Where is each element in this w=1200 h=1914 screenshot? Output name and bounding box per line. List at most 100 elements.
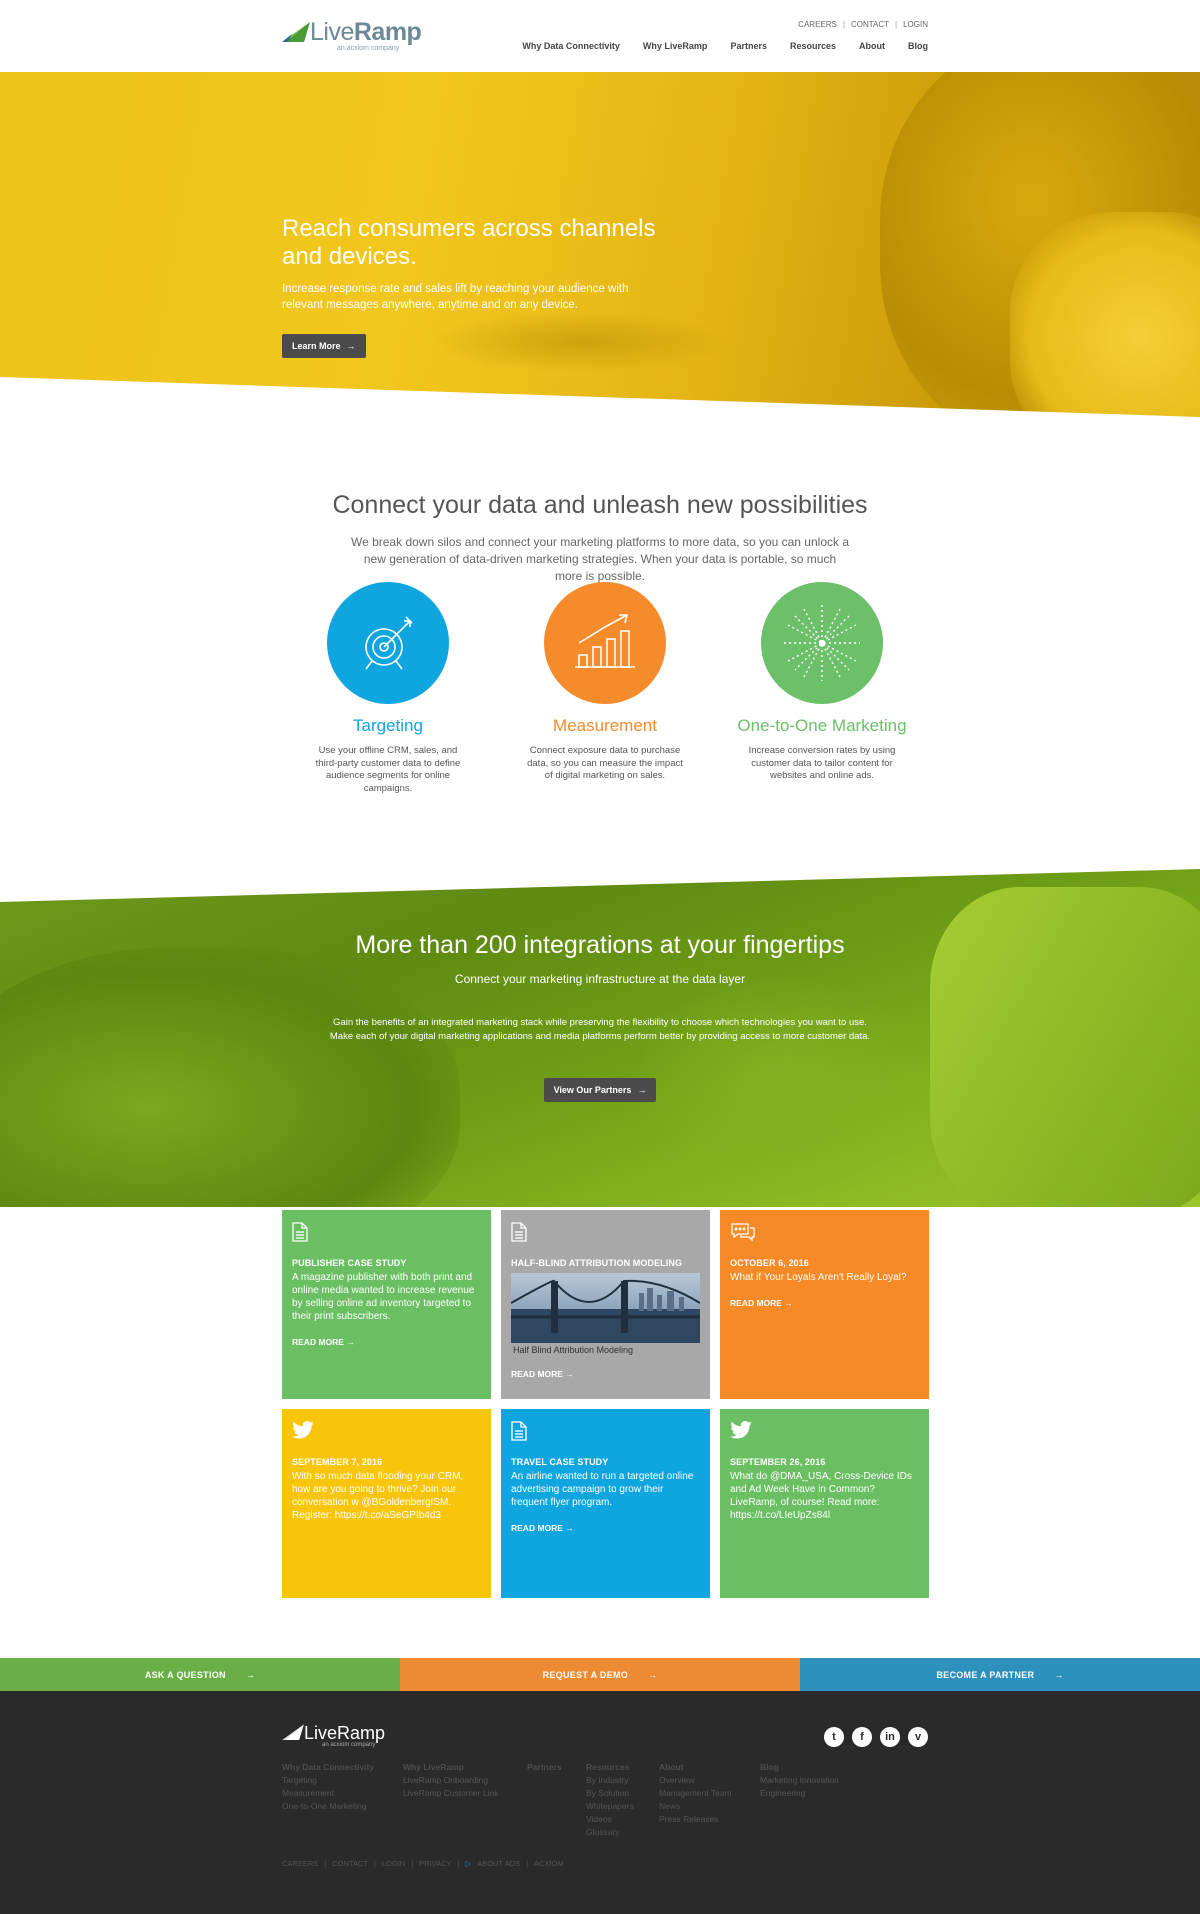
integrations-subtitle: Connect your marketing infrastructure at… (454, 972, 746, 986)
footer-col-heading[interactable]: Blog (760, 1761, 870, 1774)
acxiom-link[interactable]: ACXIOM (534, 1859, 564, 1868)
twitter-icon (730, 1421, 919, 1443)
arrow-right-icon: → (648, 1669, 658, 1680)
privacy-link[interactable]: PRIVACY (419, 1859, 451, 1868)
main-nav: Why Data Connectivity Why LiveRamp Partn… (522, 41, 928, 51)
about-ads-link[interactable]: ABOUT ADS (477, 1859, 520, 1868)
hero-banner: Reach consumers across channels and devi… (0, 72, 1200, 417)
footer-link[interactable]: Videos (586, 1813, 659, 1826)
separator: | (411, 1859, 414, 1868)
footer-link[interactable]: News (659, 1800, 760, 1813)
footer-logo[interactable]: LiveRamp an acxiom company (282, 1723, 385, 1748)
tile-heading: TRAVEL CASE STUDY (511, 1457, 609, 1467)
footer-link[interactable]: LiveRamp Customer Link (403, 1787, 527, 1800)
footer-col-about: About Overview Management Team News Pres… (659, 1761, 760, 1839)
social-links: t f in v (824, 1727, 928, 1747)
vimeo-icon[interactable]: v (908, 1727, 928, 1747)
footer-link[interactable]: Glossary (586, 1826, 659, 1839)
separator: | (457, 1859, 460, 1868)
contact-link[interactable]: CONTACT (332, 1859, 368, 1868)
contact-link[interactable]: CONTACT (851, 20, 889, 29)
nav-partners[interactable]: Partners (730, 41, 767, 51)
tile-body: An airline wanted to run a targeted onli… (511, 1471, 694, 1508)
arrow-right-icon: → (637, 1085, 647, 1095)
careers-link[interactable]: CAREERS (282, 1859, 318, 1868)
nav-why-liveramp[interactable]: Why LiveRamp (643, 41, 708, 51)
twitter-icon[interactable]: t (824, 1727, 844, 1747)
login-link[interactable]: LOGIN (903, 20, 928, 29)
integrations-title: More than 200 integrations at your finge… (355, 931, 845, 959)
nav-blog[interactable]: Blog (908, 41, 928, 51)
read-more-link[interactable]: READ MORE → (511, 1369, 700, 1379)
separator: | (526, 1859, 529, 1868)
connect-text: We break down silos and connect your mar… (350, 535, 850, 583)
burst-icon (761, 582, 883, 704)
footer-columns: Why Data Connectivity Targeting Measurem… (282, 1761, 870, 1839)
ask-question-button[interactable]: ASK A QUESTION → (0, 1658, 400, 1691)
connect-section: Connect your data and unleash new possib… (0, 417, 1200, 877)
facebook-icon[interactable]: f (852, 1727, 872, 1747)
tile-attribution-modeling[interactable]: HALF-BLIND ATTRIBUTION MODELING Half Bli… (501, 1210, 710, 1399)
request-demo-button[interactable]: REQUEST A DEMO → (400, 1658, 800, 1691)
tile-date: OCTOBER 6, 2016 (730, 1258, 809, 1268)
tile-travel-case-study[interactable]: TRAVEL CASE STUDY An airline wanted to r… (501, 1409, 710, 1598)
footer-col-heading[interactable]: Resources (586, 1761, 659, 1774)
read-more-link[interactable]: READ MORE → (730, 1298, 919, 1308)
footer-link[interactable]: LiveRamp Onboarding (403, 1774, 527, 1787)
footer-link[interactable]: Measurement (282, 1787, 403, 1800)
read-more-link[interactable]: READ MORE → (511, 1523, 700, 1533)
hero-text: Increase response rate and sales lift by… (282, 283, 629, 311)
learn-more-button[interactable]: Learn More → (282, 334, 366, 358)
footer-link[interactable]: Press Releases (659, 1813, 760, 1826)
feature-text: Increase conversion rates by using custo… (748, 745, 896, 781)
become-partner-button[interactable]: BECOME A PARTNER → (800, 1658, 1200, 1691)
integrations-banner: More than 200 integrations at your finge… (0, 867, 1200, 1207)
feature-measurement: Measurement Connect exposure data to pur… (510, 582, 700, 783)
footer-link[interactable]: Marketing Innovation (760, 1774, 870, 1787)
footer-link[interactable]: Targeting (282, 1774, 403, 1787)
tile-date: SEPTEMBER 26, 2016 (730, 1457, 826, 1467)
integrations-text: Gain the benefits of an integrated marke… (329, 1017, 871, 1042)
footer-col-heading[interactable]: About (659, 1761, 760, 1774)
footer-bottom-links: CAREERS | CONTACT | LOGIN | PRIVACY | ▷ ABOU… (282, 1859, 564, 1868)
footer-col-heading[interactable]: Why LiveRamp (403, 1761, 527, 1774)
login-link[interactable]: LOGIN (382, 1859, 405, 1868)
tile-tweet-sept-7[interactable]: SEPTEMBER 7, 2016 With so much data floo… (282, 1409, 491, 1598)
separator: | (324, 1859, 327, 1868)
footer-link[interactable]: By Solution (586, 1787, 659, 1800)
twitter-icon (292, 1421, 481, 1443)
nav-resources[interactable]: Resources (790, 41, 836, 51)
footer-col-why-data: Why Data Connectivity Targeting Measurem… (282, 1761, 403, 1839)
careers-link[interactable]: CAREERS (798, 20, 837, 29)
footer-col-resources: Resources By Industry By Solution Whitep… (586, 1761, 659, 1839)
footer-link[interactable]: Whitepapers (586, 1800, 659, 1813)
separator: | (842, 20, 845, 29)
nav-why-data-connectivity[interactable]: Why Data Connectivity (522, 41, 620, 51)
document-icon (292, 1222, 481, 1244)
liveramp-logo[interactable]: LiveRamp an acxiom company (282, 18, 422, 52)
hero-title: Reach consumers across channels and devi… (282, 215, 656, 270)
image-caption: Half Blind Attribution Modeling (513, 1345, 634, 1355)
linkedin-icon[interactable]: in (880, 1727, 900, 1747)
logo-text: LiveRamp (310, 18, 422, 46)
nav-about[interactable]: About (859, 41, 885, 51)
tile-tweet-sept-26[interactable]: SEPTEMBER 26, 2016 What do @DMA_USA, Cro… (720, 1409, 929, 1598)
hero-content: Reach consumers across channels and devi… (282, 215, 702, 358)
tile-loyals-post[interactable]: OCTOBER 6, 2016 What if Your Loyals Aren… (720, 1210, 929, 1399)
site-footer: LiveRamp an acxiom company t f in v Why … (0, 1691, 1200, 1914)
footer-link[interactable]: Engineering (760, 1787, 870, 1800)
button-label: Learn More (292, 341, 341, 351)
adchoices-icon[interactable]: ▷ (466, 1859, 472, 1868)
footer-col-heading[interactable]: Partners (527, 1761, 586, 1774)
footer-link[interactable]: Management Team (659, 1787, 760, 1800)
content-tiles: PUBLISHER CASE STUDY A magazine publishe… (282, 1210, 929, 1598)
footer-link[interactable]: By Industry (586, 1774, 659, 1787)
separator: | (895, 20, 898, 29)
footer-link[interactable]: One-to-One Marketing (282, 1800, 403, 1813)
view-partners-button[interactable]: View Our Partners → (543, 1078, 657, 1102)
logo-mark-icon (282, 22, 310, 42)
footer-col-heading[interactable]: Why Data Connectivity (282, 1761, 403, 1774)
footer-link[interactable]: Overview (659, 1774, 760, 1787)
tile-publisher-case-study[interactable]: PUBLISHER CASE STUDY A magazine publishe… (282, 1210, 491, 1399)
read-more-link[interactable]: READ MORE → (292, 1337, 481, 1347)
